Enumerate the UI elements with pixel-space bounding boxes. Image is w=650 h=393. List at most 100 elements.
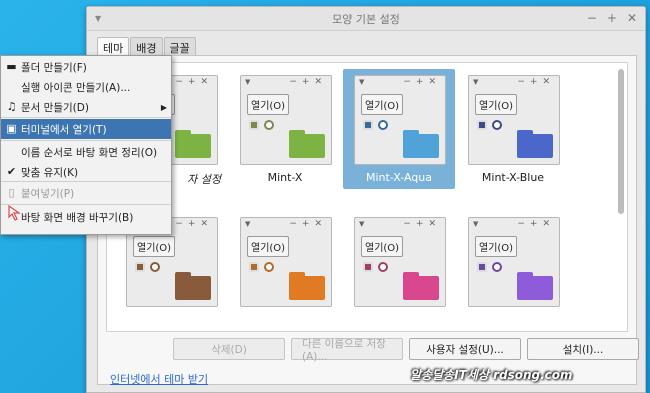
mouse-cursor-icon — [8, 205, 21, 221]
preview-controls-icon: −+✕ — [517, 77, 555, 87]
menu-item-label: 터미널에서 열기(T) — [21, 123, 107, 136]
preview-controls-icon: −+✕ — [403, 77, 441, 87]
preview-radio-icon — [264, 262, 274, 272]
menu-item-label: 이름 순서로 바탕 화면 정리(O) — [21, 146, 158, 159]
preview-controls-icon: −+✕ — [517, 219, 555, 229]
menu-separator — [1, 181, 171, 182]
folder-icon — [517, 130, 553, 158]
preview-radio-icon — [492, 120, 502, 130]
preview-titlebar: ▼ −+✕ — [245, 77, 327, 90]
folder-icon — [175, 130, 211, 158]
preview-menu-icon: ▼ — [359, 220, 365, 228]
preview-radio-icon — [378, 262, 388, 272]
theme-item[interactable]: ▼ −+✕ 열기(O) Mint-X-Blue — [457, 69, 569, 189]
theme-preview: ▼ −+✕ 열기(O) — [468, 217, 560, 307]
folder-icon — [289, 272, 325, 300]
preview-checkbox-icon — [135, 262, 145, 272]
menu-item-label: 맞춤 유지(K) — [21, 166, 79, 179]
preview-checkbox-icon — [477, 262, 487, 272]
check-icon: ✔ — [6, 165, 17, 178]
preview-open-button: 열기(O) — [247, 236, 290, 257]
theme-preview: ▼ −+✕ 열기(O) — [240, 217, 332, 307]
preview-open-button: 열기(O) — [475, 236, 518, 257]
menu-item-create-document[interactable]: ♫ 문서 만들기(D) ▶ — [1, 97, 171, 117]
menu-separator — [1, 204, 171, 205]
menu-item-change-background[interactable]: 바탕 화면 배경 바꾸기(B) — [1, 207, 171, 227]
theme-item[interactable]: ▼ −+✕ 열기(O) — [457, 211, 569, 331]
theme-preview: ▼ −+✕ 열기(O) — [468, 75, 560, 165]
preview-menu-icon: ▼ — [473, 78, 479, 86]
preview-radio-icon — [492, 262, 502, 272]
theme-item[interactable]: ▼ −+✕ 열기(O) — [343, 211, 455, 331]
close-icon[interactable]: ✕ — [627, 11, 637, 25]
menu-item-label: 폴더 만들기(F) — [21, 61, 87, 74]
save-as-button[interactable]: 다른 이름으로 저장(A)... — [291, 338, 403, 363]
preview-checkbox-icon — [363, 120, 373, 130]
menu-item-open-terminal[interactable]: ▣ 터미널에서 열기(T) — [1, 119, 171, 139]
scrollbar-thumb[interactable] — [618, 69, 624, 214]
theme-item[interactable]: ▼ −+✕ 열기(O) Mint-X-Aqua — [343, 69, 455, 189]
minimize-icon[interactable]: − — [587, 11, 597, 25]
get-themes-online-link[interactable]: 인터넷에서 테마 받기 — [110, 371, 208, 387]
submenu-arrow-icon: ▶ — [160, 102, 167, 112]
folder-icon — [403, 272, 439, 300]
menu-separator — [1, 140, 171, 141]
preview-controls-icon: −+✕ — [175, 77, 213, 87]
preview-open-button: 열기(O) — [247, 94, 290, 115]
preview-radio-icon — [378, 120, 388, 130]
theme-item[interactable]: ▼ −+✕ 열기(O) Mint-X — [229, 69, 341, 189]
menu-item-label: 바탕 화면 배경 바꾸기(B) — [21, 211, 134, 224]
theme-item[interactable]: ▼ −+✕ 열기(O) — [229, 211, 341, 331]
preview-checkbox-icon — [249, 262, 259, 272]
custom-button[interactable]: 사용자 설정(U)... — [409, 338, 521, 360]
theme-name: Mint-X-Blue — [481, 171, 545, 184]
folder-icon — [175, 272, 211, 300]
preview-checkbox-icon — [477, 120, 487, 130]
preview-menu-icon: ▼ — [245, 220, 251, 228]
preview-titlebar: ▼ −+✕ — [473, 219, 555, 232]
preview-titlebar: ▼ −+✕ — [359, 219, 441, 232]
preview-open-button: 열기(O) — [361, 236, 404, 257]
menu-item-create-folder[interactable]: ▬ 폴더 만들기(F) — [1, 57, 171, 77]
menu-item-label: 실행 아이콘 만들기(A)... — [21, 81, 131, 94]
menu-item-create-launcher[interactable]: 실행 아이콘 만들기(A)... — [1, 77, 171, 97]
window-title: 모양 기본 설정 — [332, 12, 400, 26]
menu-item-paste[interactable]: ▯ 붙여넣기(P) — [1, 183, 171, 203]
scrollbar[interactable] — [617, 67, 625, 327]
context-menu: ▬ 폴더 만들기(F) 실행 아이콘 만들기(A)... ♫ 문서 만들기(D) ▶ ▣ 터미… — [0, 55, 172, 235]
delete-button[interactable]: 삭제(D) — [173, 338, 285, 360]
terminal-icon: ▣ — [6, 122, 17, 135]
menu-separator — [1, 117, 171, 118]
maximize-icon[interactable]: + — [607, 11, 617, 25]
theme-panel: ▼−+✕열기(O)자 설정▼−+✕열기(O)Mint-X▼−+✕열기(O)Min… — [97, 55, 639, 387]
paste-icon: ▯ — [8, 186, 15, 199]
button-row: 삭제(D) 다른 이름으로 저장(A)... 사용자 설정(U)... 설치(I… — [173, 338, 639, 363]
folder-icon — [517, 272, 553, 300]
preview-controls-icon: −+✕ — [175, 219, 213, 229]
preview-titlebar: ▼ −+✕ — [245, 219, 327, 232]
preview-titlebar: ▼ −+✕ — [473, 77, 555, 90]
menu-item-keep-aligned[interactable]: ✔ 맞춤 유지(K) — [1, 162, 171, 182]
folder-icon — [403, 130, 439, 158]
preview-checkbox-icon — [249, 120, 259, 130]
preview-controls-icon: −+✕ — [289, 77, 327, 87]
folder-icon: ▬ — [6, 60, 17, 73]
preview-open-button: 열기(O) — [133, 236, 176, 257]
menu-item-label: 붙여넣기(P) — [21, 187, 75, 200]
theme-preview: ▼ −+✕ 열기(O) — [354, 217, 446, 307]
theme-name: Mint-X — [267, 171, 303, 184]
menu-item-label: 문서 만들기(D) — [21, 101, 89, 114]
theme-preview: ▼ −+✕ 열기(O) — [354, 75, 446, 165]
theme-name: Mint-X-Aqua — [366, 171, 432, 184]
preview-checkbox-icon — [363, 262, 373, 272]
preview-menu-icon: ▼ — [245, 78, 251, 86]
menu-item-sort-by-name[interactable]: 이름 순서로 바탕 화면 정리(O) — [1, 142, 171, 162]
install-button[interactable]: 설치(I)... — [527, 338, 639, 360]
title-bar[interactable]: ▼ 모양 기본 설정 − + ✕ — [87, 7, 645, 31]
preview-open-button: 열기(O) — [475, 94, 518, 115]
folder-icon — [289, 130, 325, 158]
preview-titlebar: ▼ −+✕ — [359, 77, 441, 90]
preview-controls-icon: −+✕ — [289, 219, 327, 229]
preview-controls-icon: −+✕ — [403, 219, 441, 229]
window-menu-icon[interactable]: ▼ — [95, 14, 101, 23]
